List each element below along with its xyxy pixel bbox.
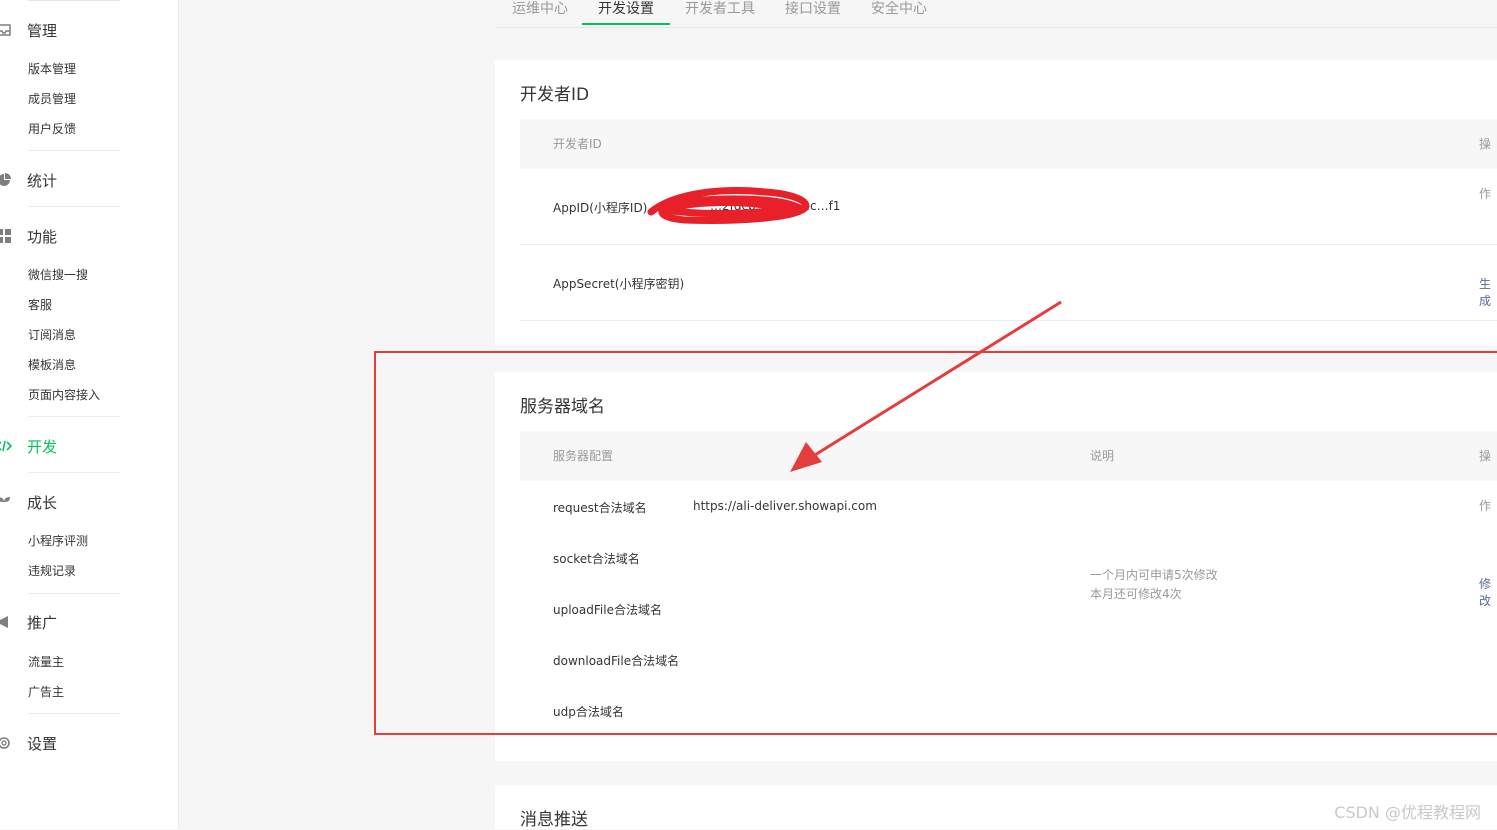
code-icon	[0, 438, 12, 454]
redaction-scribble	[647, 187, 810, 224]
sidebar-item-traffic-owner[interactable]: 流量主	[28, 654, 64, 670]
modify-quota-note: 一个月内可申请5次修改	[1090, 568, 1218, 582]
sidebar-item-evaluation[interactable]: 小程序评测	[28, 533, 88, 549]
sidebar-item-members[interactable]: 成员管理	[28, 91, 76, 107]
annotation-arrow	[790, 300, 1062, 472]
generate-secret-link[interactable]: 生成	[1479, 275, 1497, 309]
tab-operations[interactable]: 运维中心	[496, 0, 584, 23]
column-header: 说明	[1090, 449, 1115, 463]
inbox-icon	[0, 22, 12, 38]
sprout-icon	[0, 494, 12, 510]
divider	[28, 713, 120, 714]
tab-api-settings[interactable]: 接口设置	[769, 0, 857, 23]
request-domain-label: request合法域名	[553, 501, 647, 515]
grid-icon	[0, 228, 12, 244]
socket-domain-label: socket合法域名	[553, 552, 640, 566]
sidebar-group-label: 设置	[27, 734, 58, 753]
sidebar-group-manage[interactable]: 管理	[0, 20, 57, 40]
divider	[28, 593, 120, 594]
card-title: 开发者ID	[520, 85, 590, 105]
sidebar-item-feedback[interactable]: 用户反馈	[28, 121, 76, 137]
column-header: 开发者ID	[553, 137, 602, 151]
sidebar-group-label: 功能	[27, 227, 58, 246]
sidebar-group-develop[interactable]: 开发	[0, 436, 57, 456]
modify-domain-link[interactable]: 修改	[1479, 575, 1497, 609]
card-title: 服务器域名	[520, 397, 605, 417]
sidebar: 管理 版本管理 成员管理 用户反馈 统计 功能 微信搜一搜 客服 订阅消息 模板…	[0, 0, 179, 829]
downloadfile-domain-label: downloadFile合法域名	[553, 654, 680, 668]
divider	[28, 206, 120, 207]
sidebar-group-stats[interactable]: 统计	[0, 170, 57, 190]
sidebar-group-label: 管理	[27, 21, 58, 40]
divider	[28, 472, 120, 473]
table-header: 开发者ID 操作	[520, 119, 1497, 201]
sidebar-item-wechat-search[interactable]: 微信搜一搜	[28, 267, 88, 283]
tab-security-center[interactable]: 安全中心	[855, 0, 943, 23]
tab-dev-settings[interactable]: 开发设置	[582, 0, 670, 25]
divider	[28, 416, 120, 417]
watermark: CSDN @优程教程网	[1334, 803, 1481, 822]
tab-dev-tools[interactable]: 开发者工具	[669, 0, 771, 23]
card-title: 消息推送	[520, 810, 588, 830]
column-header: 操作	[1479, 137, 1492, 201]
megaphone-icon	[0, 614, 12, 630]
appid-label: AppID(小程序ID)	[553, 201, 648, 215]
modify-remaining-note: 本月还可修改4次	[1090, 587, 1182, 601]
sidebar-item-page-content[interactable]: 页面内容接入	[28, 387, 100, 403]
column-header: 服务器配置	[553, 449, 614, 463]
sidebar-item-violations[interactable]: 违规记录	[28, 563, 76, 579]
request-domain-value: https://ali-deliver.showapi.com	[693, 499, 877, 513]
sidebar-item-subscribe-msg[interactable]: 订阅消息	[28, 327, 76, 343]
sidebar-group-settings[interactable]: 设置	[0, 733, 57, 753]
sidebar-group-growth[interactable]: 成长	[0, 492, 57, 512]
sidebar-group-promotion[interactable]: 推广	[0, 612, 57, 632]
divider	[520, 244, 1497, 245]
gear-icon	[0, 735, 12, 751]
sidebar-group-label: 成长	[27, 493, 58, 512]
pie-chart-icon	[0, 172, 12, 188]
divider	[28, 150, 120, 151]
udp-domain-label: udp合法域名	[553, 705, 624, 719]
sidebar-item-template-msg[interactable]: 模板消息	[28, 357, 76, 373]
sidebar-group-label: 推广	[27, 613, 58, 632]
divider	[28, 0, 120, 1]
tab-bar: 运维中心 开发设置 开发者工具 接口设置 安全中心	[495, 0, 1497, 28]
sidebar-item-version[interactable]: 版本管理	[28, 61, 76, 77]
sidebar-group-label: 统计	[27, 171, 58, 190]
sidebar-item-advertiser[interactable]: 广告主	[28, 684, 64, 700]
appsecret-label: AppSecret(小程序密钥)	[553, 277, 685, 291]
column-header: 操作	[1479, 449, 1492, 513]
sidebar-item-customer-service[interactable]: 客服	[28, 297, 52, 313]
sidebar-group-label: 开发	[27, 437, 58, 456]
uploadfile-domain-label: uploadFile合法域名	[553, 603, 662, 617]
sidebar-group-features[interactable]: 功能	[0, 226, 57, 246]
